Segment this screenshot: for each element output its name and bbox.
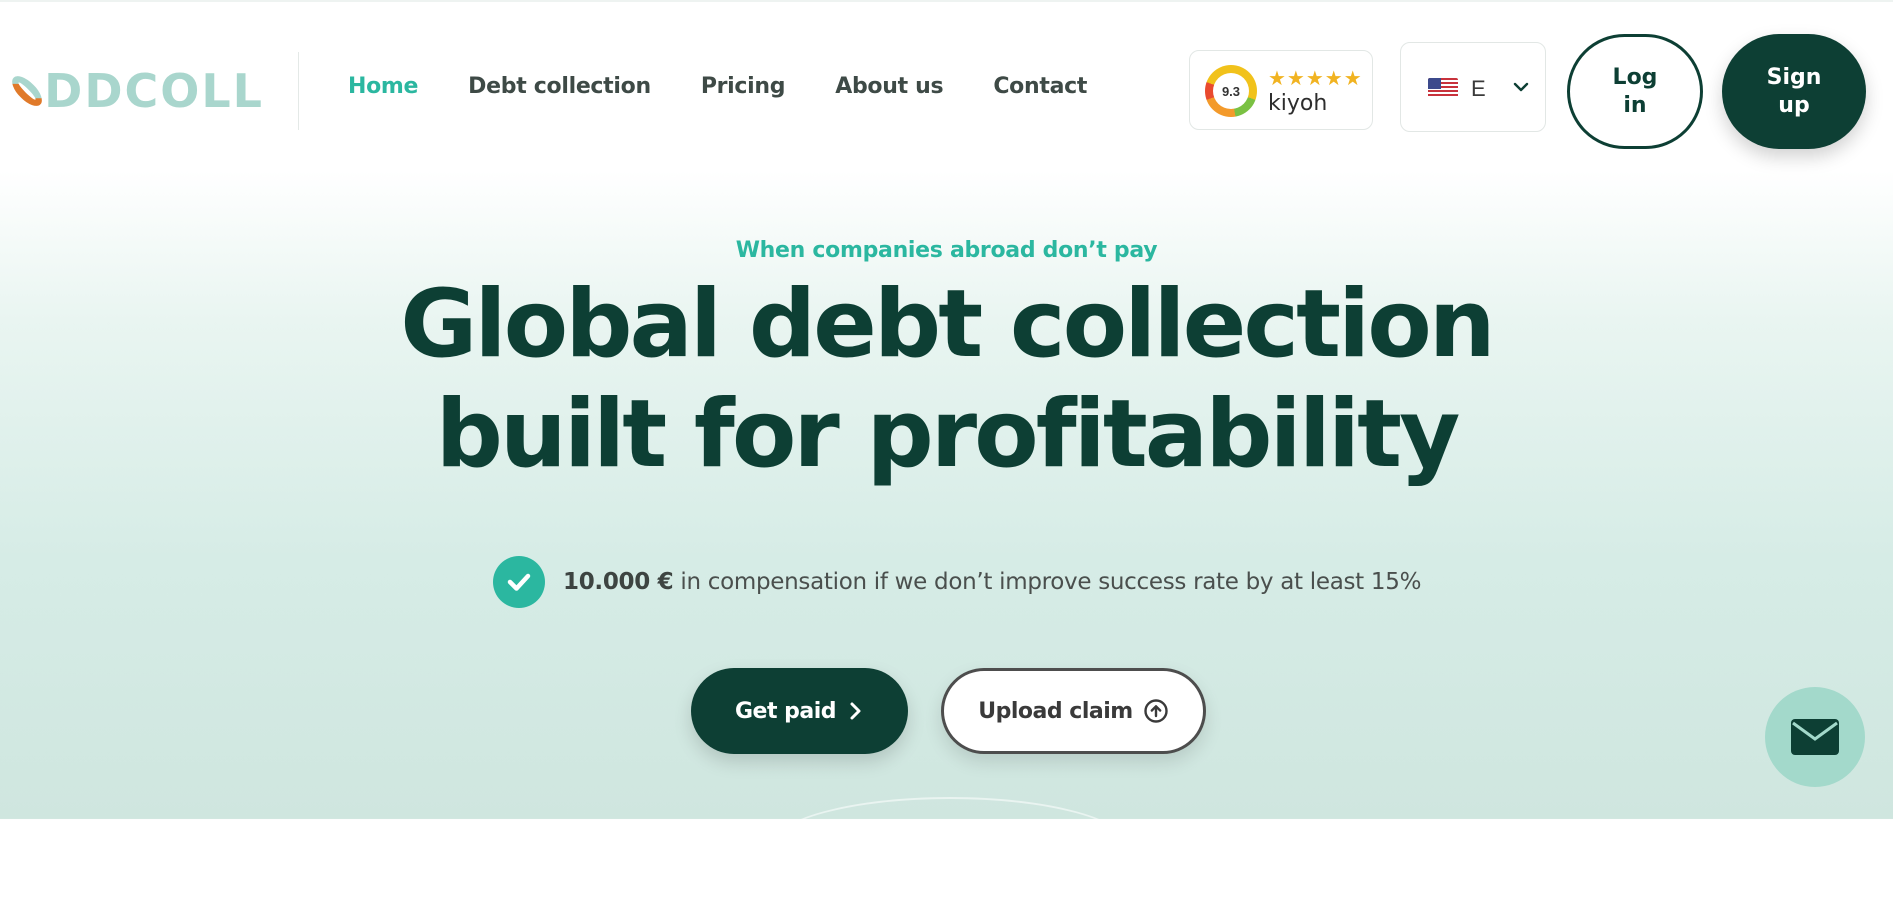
nav-item-about-us[interactable]: About us [835, 74, 943, 99]
logo-text: DDCOLL [44, 64, 264, 118]
upload-claim-label: Upload claim [978, 698, 1133, 724]
get-paid-label: Get paid [734, 698, 837, 724]
contact-mail-button[interactable] [1765, 687, 1865, 787]
decorative-arc [770, 797, 1130, 897]
hero-eyebrow: When companies abroad don’t pay [735, 238, 1158, 263]
chevron-down-icon [1513, 82, 1529, 92]
guarantee-statement: 10.000 € in compensation if we don’t imp… [493, 556, 1421, 608]
language-selector[interactable]: E [1400, 42, 1546, 132]
hero-headline: Global debt collection built for profita… [0, 270, 1893, 490]
header-divider [298, 52, 299, 130]
signup-button-label: Sign up [1766, 65, 1822, 118]
main-nav: Home Debt collection Pricing About us Co… [348, 74, 1087, 99]
guarantee-text: 10.000 € in compensation if we don’t imp… [563, 569, 1421, 595]
mail-icon [1791, 719, 1839, 755]
upload-icon [1144, 699, 1168, 723]
top-border [0, 0, 1893, 2]
kiyoh-rating-widget[interactable]: 9.3 ★★★★★ kiyoh [1189, 50, 1373, 130]
language-code: E [1471, 76, 1486, 101]
nav-item-pricing[interactable]: Pricing [701, 74, 786, 99]
nav-item-debt-collection[interactable]: Debt collection [468, 74, 651, 99]
guarantee-description: in compensation if we don’t improve succ… [673, 569, 1422, 595]
nav-item-home[interactable]: Home [348, 74, 418, 99]
oddcoll-logo[interactable]: DDCOLL [7, 64, 264, 118]
get-paid-button[interactable]: Get paid [691, 668, 908, 754]
upload-claim-button[interactable]: Upload claim [941, 668, 1206, 754]
check-icon [493, 556, 545, 608]
signup-button[interactable]: Sign up [1722, 34, 1866, 149]
hero-headline-line1: Global debt collection [400, 270, 1495, 379]
us-flag-icon [1428, 78, 1458, 98]
rating-score: 9.3 [1213, 73, 1249, 109]
chevron-right-icon [850, 702, 861, 720]
guarantee-amount: 10.000 € [563, 569, 674, 595]
login-button[interactable]: Log in [1567, 34, 1703, 149]
kiyoh-brand: kiyoh [1268, 91, 1328, 116]
hero-headline-line2: built for profitability [435, 380, 1461, 489]
rating-stars: ★★★★★ [1268, 68, 1363, 90]
rating-gauge-icon: 9.3 [1205, 65, 1257, 117]
logo-ring-icon [7, 71, 47, 111]
login-button-label: Log in [1612, 65, 1658, 118]
nav-item-contact[interactable]: Contact [993, 74, 1087, 99]
